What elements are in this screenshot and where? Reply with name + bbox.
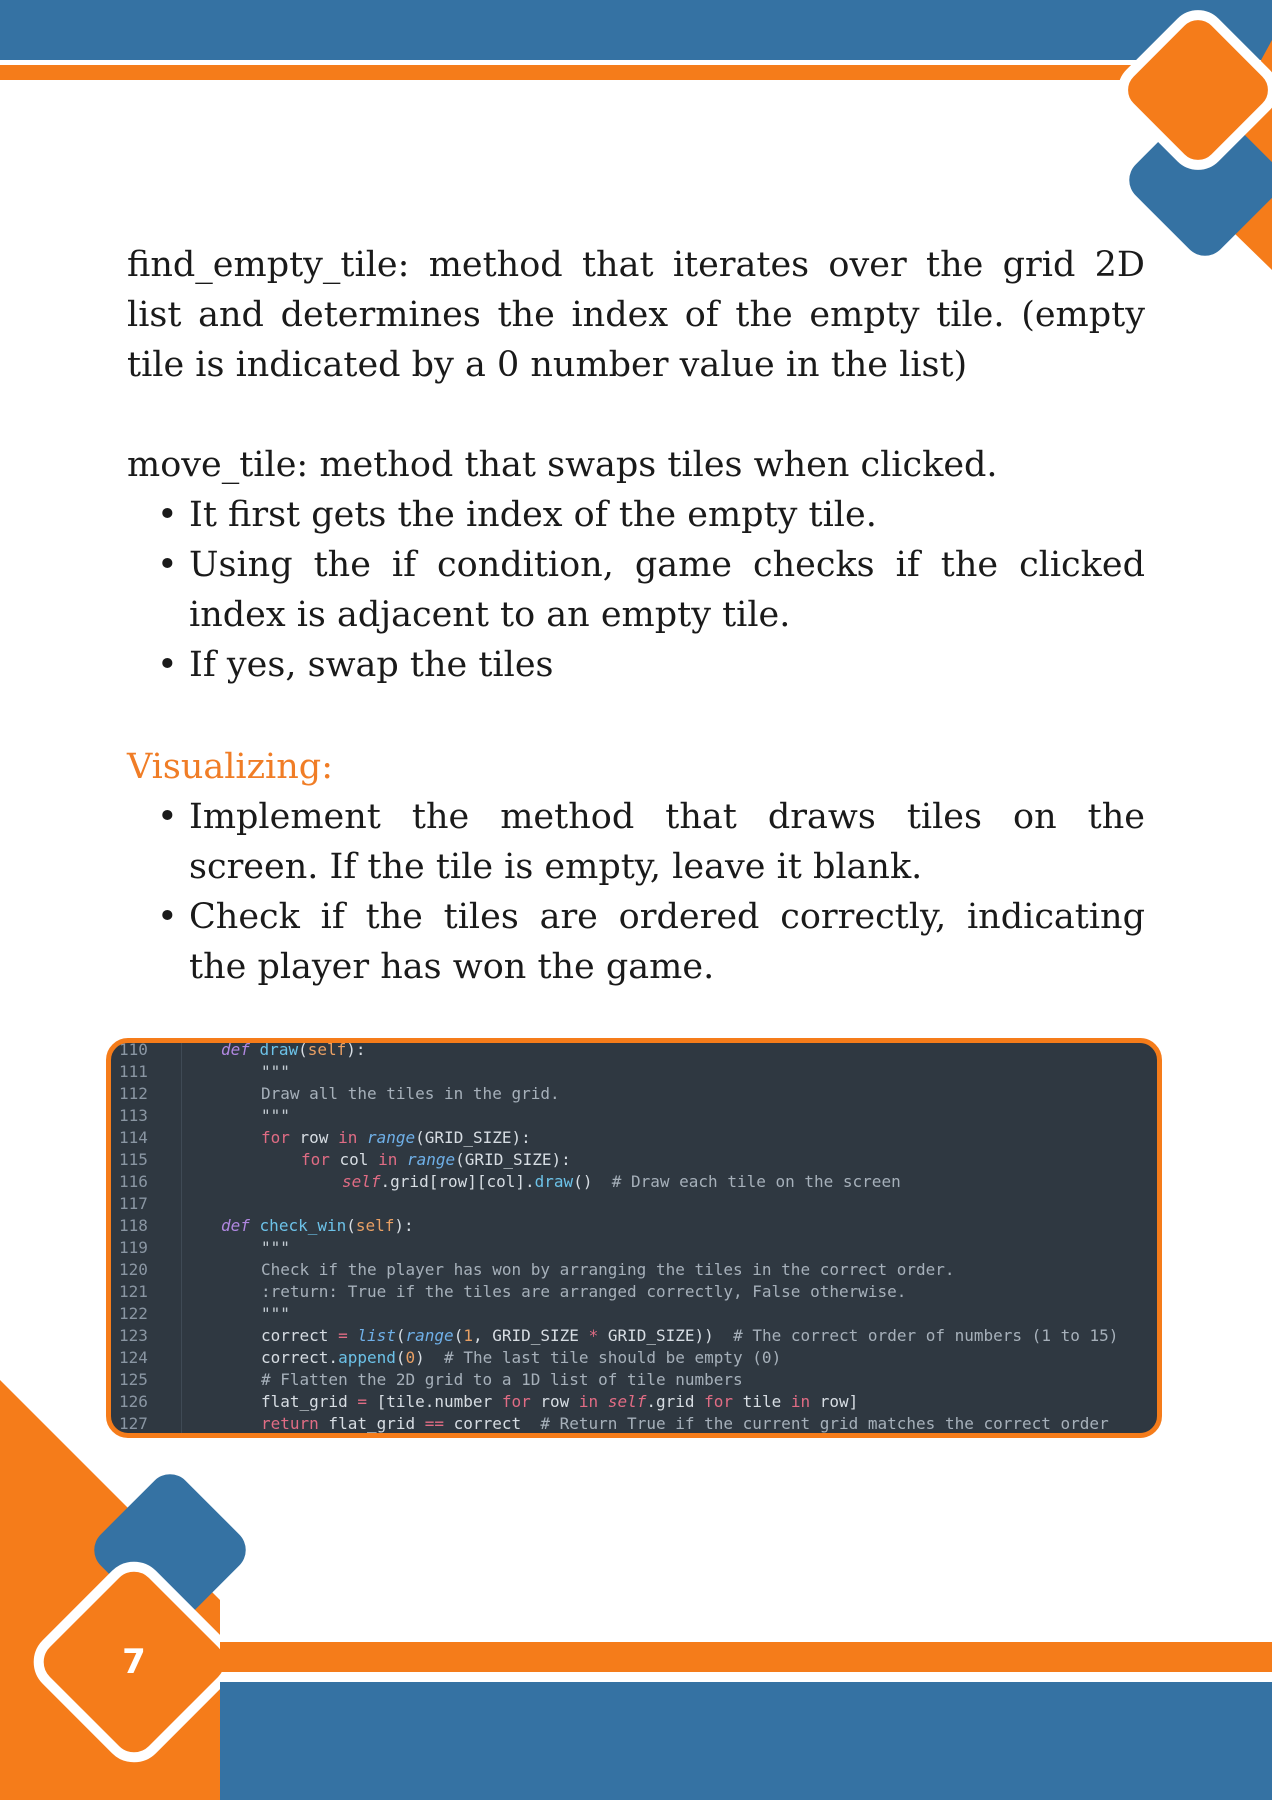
list-item: If yes, swap the tiles [157,640,1145,690]
list-item: Using the if condition, game checks if t… [157,540,1145,640]
code-line: 122 """ [119,1304,290,1323]
bottom-orange-band [220,1642,1272,1672]
code-line: 123 correct = list(range(1, GRID_SIZE * G… [119,1326,1119,1345]
list-item: It first gets the index of the empty til… [157,490,1145,540]
list-item: Implement the method that draws tiles on… [157,792,1145,892]
code-line: 113 """ [119,1106,290,1125]
code-line: 111 """ [119,1062,290,1081]
code-line: 116 self.grid[row][col].draw() # Draw eac… [119,1172,901,1191]
code-line: 110 def draw(self): [119,1040,366,1059]
code-line: 124 correct.append(0) # The last tile sho… [119,1348,782,1367]
page: find_empty_tile: method that iterates ov… [0,0,1272,1800]
code-line: 119 """ [119,1238,290,1257]
code-line: 115 for col in range(GRID_SIZE): [119,1150,571,1169]
body-text: find_empty_tile: method that iterates ov… [127,240,1145,992]
list-item: Check if the tiles are ordered correctly… [157,892,1145,992]
code-line: 120 Check if the player has won by arrang… [119,1260,955,1279]
move-tile-paragraph: move_tile: method that swaps tiles when … [127,445,998,485]
bottom-blue-band [220,1682,1272,1800]
code-line: 126 flat_grid = [tile.number for row in s… [119,1392,859,1411]
code-line: 114 for row in range(GRID_SIZE): [119,1128,531,1147]
code-screenshot: 110 def draw(self): 111 """ 112 Draw all th… [106,1038,1162,1438]
code-line: 118 def check_win(self): [119,1216,414,1235]
page-number: 7 [122,1642,146,1682]
code-line: 117 [119,1194,148,1213]
visualizing-heading: Visualizing: [127,747,333,787]
code-line: 125 # Flatten the 2D grid to a 1D list of… [119,1370,743,1389]
move-tile-bullets: It first gets the index of the empty til… [127,490,1145,690]
code-line: 112 Draw all the tiles in the grid. [119,1084,560,1103]
code-line: 127 return flat_grid == correct # Return … [119,1414,1109,1433]
visualizing-bullets: Implement the method that draws tiles on… [127,792,1145,992]
code-line: 121:return: True if the tiles are arrang… [119,1282,907,1301]
find-empty-tile-paragraph: find_empty_tile: method that iterates ov… [127,245,1145,385]
